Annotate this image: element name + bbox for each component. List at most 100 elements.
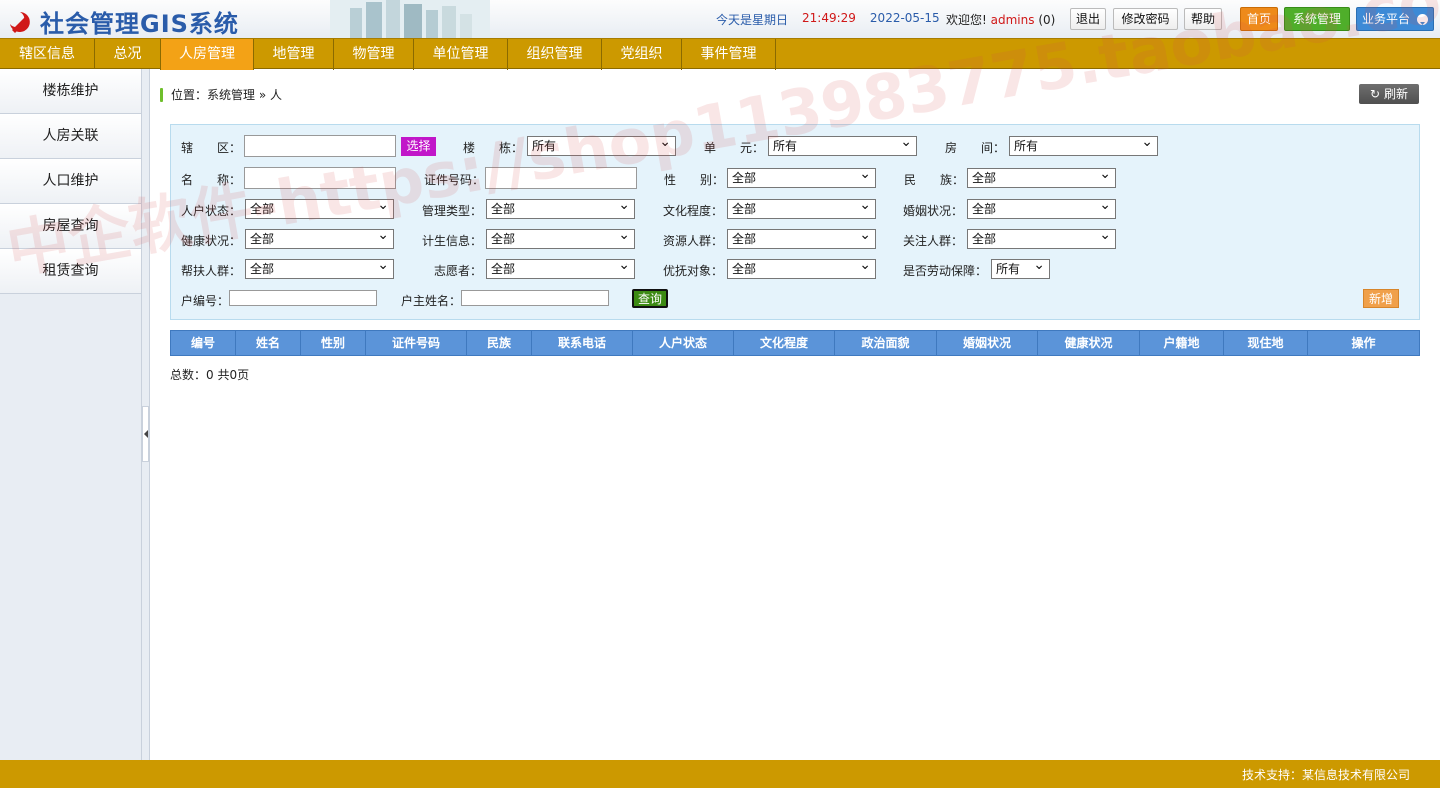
nav-overview[interactable]: 总况 <box>95 39 161 70</box>
query-button[interactable]: 查询 <box>632 289 668 308</box>
marital-status-select[interactable]: 全部 <box>967 196 1116 219</box>
header-skyline-image <box>330 0 490 38</box>
name-label: 名 称： <box>181 173 242 187</box>
collapse-sidebar-icon[interactable] <box>142 406 149 462</box>
nav-party[interactable]: 党组织 <box>602 39 682 70</box>
column-header[interactable]: 现住地 <box>1224 331 1308 355</box>
resource-group-select[interactable]: 全部 <box>727 226 876 249</box>
room-select[interactable]: 所有 <box>1009 133 1158 156</box>
id-number-label: 证件号码： <box>424 173 485 187</box>
data-table-header: 编号 姓名 性别 证件号码 民族 联系电话 人户状态 文化程度 政治面貌 婚姻状… <box>170 330 1420 356</box>
owner-name-label: 户主姓名： <box>401 294 462 308</box>
column-header[interactable]: 政治面貌 <box>835 331 937 355</box>
footer-credit: 技术支持：某信息技术有限公司 <box>1241 768 1410 782</box>
building-select[interactable]: 所有 <box>527 133 676 156</box>
management-type-select[interactable]: 全部 <box>486 196 635 219</box>
clock-text: 21:49:29 <box>802 11 856 25</box>
health-status-select[interactable]: 全部 <box>245 226 394 249</box>
weekday-text: 今天是星期日 <box>716 13 789 27</box>
app-logo: 社会管理GIS系统 <box>6 4 239 39</box>
volunteer-select[interactable]: 全部 <box>486 256 635 279</box>
sidebar-item-building[interactable]: 楼栋维护 <box>0 69 141 114</box>
breadcrumb-text: 位置：系统管理 » 人 <box>171 88 282 102</box>
app-header: 社会管理GIS系统 今天是星期日 21:49:29 2022-05-15 欢迎您… <box>0 0 1440 38</box>
column-header[interactable]: 联系电话 <box>532 331 633 355</box>
id-number-input[interactable] <box>485 167 637 189</box>
education-select[interactable]: 全部 <box>727 196 876 219</box>
welcome-text: 欢迎您! admins (0) <box>946 11 1055 28</box>
district-input[interactable] <box>244 135 396 157</box>
sidebar-splitter <box>142 69 150 760</box>
chevron-down-icon <box>1417 14 1428 25</box>
nav-property[interactable]: 物管理 <box>334 39 414 70</box>
unit-label: 单 元： <box>704 141 765 155</box>
special-care-label: 优抚对象： <box>663 264 724 278</box>
marital-status-label: 婚姻状况： <box>903 204 964 218</box>
refresh-icon: ↻ <box>1370 87 1381 101</box>
home-button[interactable]: 首页 <box>1240 7 1278 31</box>
focus-group-label: 关注人群： <box>903 234 964 248</box>
business-platform-button[interactable]: 业务平台 <box>1356 7 1434 31</box>
gender-select[interactable]: 全部 <box>727 165 876 188</box>
household-number-input[interactable] <box>229 290 377 306</box>
resource-group-label: 资源人群： <box>663 234 724 248</box>
column-header[interactable]: 健康状况 <box>1038 331 1140 355</box>
change-password-button[interactable]: 修改密码 <box>1113 8 1178 30</box>
labor-security-select[interactable]: 所有 <box>991 256 1050 279</box>
name-input[interactable] <box>244 167 396 189</box>
management-type-label: 管理类型： <box>422 204 483 218</box>
column-header[interactable]: 性别 <box>301 331 366 355</box>
party-emblem-icon <box>6 8 34 36</box>
column-header[interactable]: 操作 <box>1308 331 1419 355</box>
room-label: 房 间： <box>945 141 1006 155</box>
ethnic-select[interactable]: 全部 <box>967 165 1116 188</box>
filter-panel: 辖 区： 选择 楼 栋： 所有 单 元： 所有 房 间： 所有 名 称： 证件号… <box>170 124 1420 320</box>
refresh-button[interactable]: ↻ 刷新 <box>1359 84 1419 104</box>
date-time-bar: 今天是星期日 21:49:29 2022-05-15 <box>716 11 940 28</box>
family-planning-select[interactable]: 全部 <box>486 226 635 249</box>
sidebar-item-housing-query[interactable]: 房屋查询 <box>0 204 141 249</box>
special-care-select[interactable]: 全部 <box>727 256 876 279</box>
column-header[interactable]: 证件号码 <box>366 331 467 355</box>
district-select-button[interactable]: 选择 <box>401 137 436 156</box>
nav-land[interactable]: 地管理 <box>254 39 334 70</box>
column-header[interactable]: 文化程度 <box>734 331 835 355</box>
nav-people-housing[interactable]: 人房管理 <box>161 39 254 70</box>
nav-events[interactable]: 事件管理 <box>682 39 776 70</box>
column-header[interactable]: 婚姻状况 <box>937 331 1038 355</box>
household-status-label: 人户状态： <box>181 204 242 218</box>
household-status-select[interactable]: 全部 <box>245 196 394 219</box>
unit-select[interactable]: 所有 <box>768 133 917 156</box>
main-content: 位置：系统管理 » 人 ↻ 刷新 辖 区： 选择 楼 栋： 所有 单 元： 所有… <box>150 69 1440 760</box>
family-planning-label: 计生信息： <box>422 234 483 248</box>
owner-name-input[interactable] <box>461 290 609 306</box>
sidebar-item-population[interactable]: 人口维护 <box>0 159 141 204</box>
message-count[interactable]: (0) <box>1038 13 1055 27</box>
welcome-label: 欢迎您! <box>946 13 987 27</box>
assistance-group-select[interactable]: 全部 <box>245 256 394 279</box>
building-label: 楼 栋： <box>463 141 524 155</box>
column-header[interactable]: 姓名 <box>236 331 301 355</box>
ethnic-label: 民 族： <box>904 173 965 187</box>
nav-organization[interactable]: 组织管理 <box>508 39 602 70</box>
help-button[interactable]: 帮助 <box>1184 8 1222 30</box>
volunteer-label: 志愿者： <box>434 264 483 278</box>
app-title: 社会管理GIS系统 <box>40 10 239 38</box>
logout-button[interactable]: 退出 <box>1070 8 1106 30</box>
main-nav: 辖区信息 总况 人房管理 地管理 物管理 单位管理 组织管理 党组织 事件管理 <box>0 38 1440 70</box>
column-header[interactable]: 户籍地 <box>1140 331 1224 355</box>
column-header[interactable]: 民族 <box>467 331 532 355</box>
column-header[interactable]: 编号 <box>171 331 236 355</box>
sidebar-item-rental-query[interactable]: 租赁查询 <box>0 249 141 294</box>
username[interactable]: admins <box>991 13 1035 27</box>
focus-group-select[interactable]: 全部 <box>967 226 1116 249</box>
nav-district-info[interactable]: 辖区信息 <box>0 39 95 70</box>
column-header[interactable]: 人户状态 <box>633 331 734 355</box>
pagination-summary: 总数：0 共0页 <box>170 368 250 382</box>
nav-unit[interactable]: 单位管理 <box>414 39 508 70</box>
system-admin-button[interactable]: 系统管理 <box>1284 7 1350 31</box>
add-button[interactable]: 新增 <box>1363 289 1399 308</box>
health-status-label: 健康状况： <box>181 234 242 248</box>
education-label: 文化程度： <box>663 204 724 218</box>
sidebar-item-people-housing-link[interactable]: 人房关联 <box>0 114 141 159</box>
